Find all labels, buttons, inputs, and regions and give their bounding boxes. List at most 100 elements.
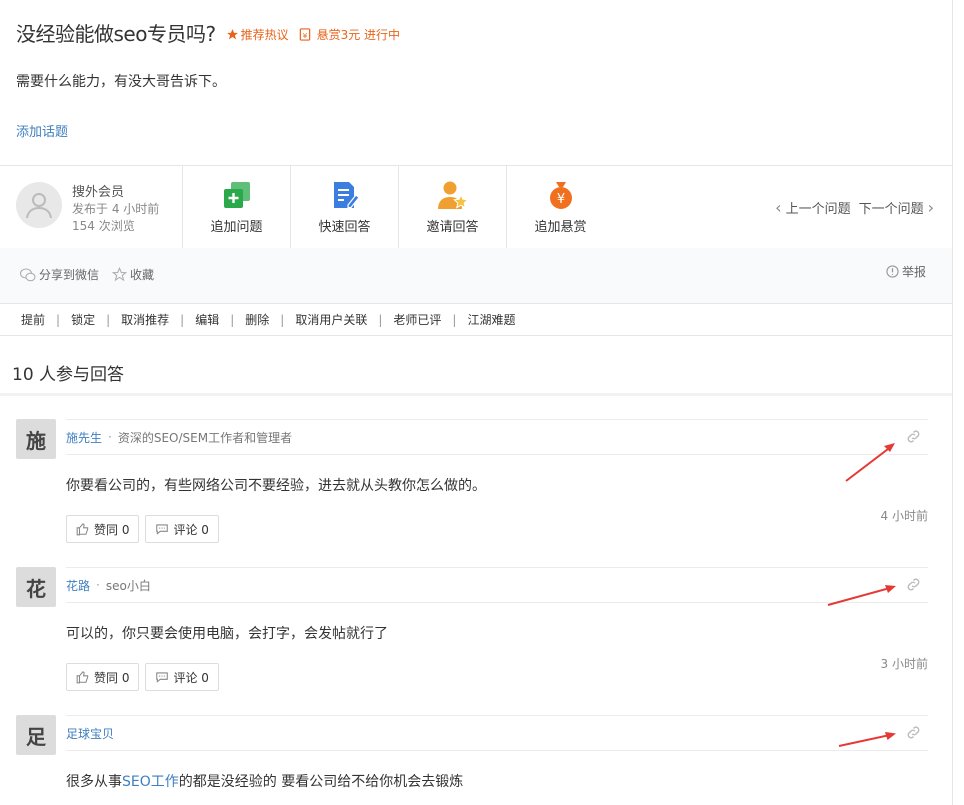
answer-avatar[interactable]: 花 [16,567,56,607]
question-page: 没经验能做seo专员吗? 推荐热议 ¥ 悬赏3元 进行中 需要什么能力，有没大哥… [0,0,953,805]
admin-cancel-recommend[interactable]: 取消推荐 [110,311,180,328]
link-icon[interactable] [905,576,922,593]
answer-signature: 资深的SEO/SEM工作者和管理者 [117,430,293,445]
answer-signature: seo小白 [105,578,151,593]
add-topic-link[interactable]: 添加话题 [16,121,68,140]
admin-cancel-user-link[interactable]: 取消用户关联 [284,311,378,328]
prev-question-link[interactable]: 上一个问题 [786,198,851,217]
hot-badge: 推荐热议 [226,26,289,43]
like-label: 赞同 0 [94,670,130,685]
answer-content: 很多从事SEO工作的都是没经验的 要看公司给不给你机会去锻炼 [66,774,464,790]
answer-author[interactable]: 足球宝贝 [66,725,114,742]
money-bag-icon: ¥ [549,181,572,209]
answer-author[interactable]: 花路 [66,577,90,594]
answer-buttons: 赞同 0 评论 0 [66,515,219,543]
annotation-arrow [827,585,896,606]
answer-header: 施先生 · 资深的SEO/SEM工作者和管理者 [66,419,928,455]
star-icon [226,29,238,40]
divider [0,393,952,396]
link-icon[interactable] [905,724,922,741]
answer-buttons: 赞同 0 评论 0 [66,663,219,691]
chevron-right-icon: › [927,198,934,217]
share-wechat-label: 分享到微信 [39,268,100,282]
add-bounty-label: 追加悬赏 [534,219,587,235]
answer-avatar[interactable]: 施 [16,419,56,459]
add-copy-icon [223,181,250,208]
comment-button[interactable]: 评论 0 [145,515,219,543]
answer-content: 你要看公司的，有些网络公司不要经验，进去就从头教你怎么做的。 [66,478,486,494]
link-icon[interactable] [905,428,922,445]
answer-item: 施 施先生 · 资深的SEO/SEM工作者和管理者 你要看公司的，有些网络公司不… [16,419,928,549]
comment-icon [156,524,169,535]
answer-header: 足球宝贝 [66,715,928,751]
invite-answer-label: 邀请回答 [426,219,479,235]
star-outline-icon [112,267,127,282]
answer-author[interactable]: 施先生 [66,429,102,446]
warning-circle-icon [886,265,899,278]
answer-item: 足 足球宝贝 很多从事SEO工作的都是没经验的 要看公司给不给你机会去锻炼 [16,715,928,805]
question-navigation: ‹ 上一个问题 下一个问题 › [775,198,934,217]
chevron-left-icon: ‹ [775,198,782,217]
admin-lock[interactable]: 锁定 [60,311,106,328]
answer-time: 4 小时前 [880,509,928,523]
report-label: 举报 [902,265,927,279]
post-time: 发布于 4 小时前 [72,202,160,216]
answer-time: 3 小时前 [880,657,928,671]
bounty-icon: ¥ [299,28,310,41]
seo-work-link[interactable]: SEO工作 [122,774,179,790]
svg-text:¥: ¥ [302,31,307,40]
annotation-arrow [845,443,895,482]
report-button[interactable]: 举报 [886,263,926,280]
answer-count: 10 人参与回答 [12,365,125,385]
bounty-badge-label: 悬赏3元 进行中 [316,28,401,42]
comment-label: 评论 0 [173,522,209,537]
invite-user-icon [437,181,469,209]
question-actions: 追加问题 快速回答 邀请回答 ¥ 追加悬赏 [182,166,614,248]
admin-toolbar: 提前 | 锁定 | 取消推荐 | 编辑 | 删除 | 取消用户关联 | 老师已评 | 江湖难题 [0,304,952,336]
share-wechat-button[interactable]: 分享到微信 [20,266,99,283]
comment-button[interactable]: 评论 0 [145,663,219,691]
comment-icon [156,672,169,683]
add-bounty-button[interactable]: ¥ 追加悬赏 [506,166,614,248]
answer-header: 花路 · seo小白 [66,567,928,603]
add-question-button[interactable]: 追加问题 [182,166,290,248]
view-count: 154 次浏览 [72,219,135,233]
favorite-label: 收藏 [130,268,155,282]
like-button[interactable]: 赞同 0 [66,663,140,691]
annotation-arrow [838,732,896,747]
thumbs-up-icon [76,522,89,536]
admin-delete[interactable]: 删除 [234,311,280,328]
author-block: 搜外会员 发布于 4 小时前 154 次浏览 [16,182,159,235]
like-label: 赞同 0 [94,522,130,537]
admin-edit[interactable]: 编辑 [184,311,230,328]
bounty-badge: ¥ 悬赏3元 进行中 [299,26,400,43]
question-description: 需要什么能力，有没大哥告诉下。 [16,74,226,90]
answer-item: 花 花路 · seo小白 可以的，你只要会使用电脑，会打字，会发帖就行了 3 小… [16,567,928,697]
question-meta-bar: 搜外会员 发布于 4 小时前 154 次浏览 追加问题 快速回答 邀请回答 ¥ … [0,165,952,249]
author-info: 搜外会员 发布于 4 小时前 154 次浏览 [72,182,159,235]
admin-teacher-reviewed[interactable]: 老师已评 [382,311,452,328]
admin-advance[interactable]: 提前 [10,311,56,328]
wechat-icon [20,268,36,281]
comment-label: 评论 0 [173,670,209,685]
like-button[interactable]: 赞同 0 [66,515,140,543]
invite-answer-button[interactable]: 邀请回答 [398,166,506,248]
admin-hard-question[interactable]: 江湖难题 [456,311,526,328]
question-title-row: 没经验能做seo专员吗? 推荐热议 ¥ 悬赏3元 进行中 [16,18,400,47]
author-name[interactable]: 搜外会员 [72,184,159,201]
add-question-label: 追加问题 [210,219,263,235]
edit-document-icon [333,181,360,208]
svg-text:¥: ¥ [556,192,564,207]
answer-content: 可以的，你只要会使用电脑，会打字，会发帖就行了 [66,626,388,642]
hot-badge-label: 推荐热议 [240,28,289,42]
quick-answer-label: 快速回答 [318,219,371,235]
thumbs-up-icon [76,670,89,684]
avatar[interactable] [16,182,62,228]
quick-answer-button[interactable]: 快速回答 [290,166,398,248]
default-user-icon [26,193,52,219]
next-question-link[interactable]: 下一个问题 [859,198,924,217]
share-bar: 分享到微信 收藏 举报 [0,248,952,304]
favorite-button[interactable]: 收藏 [112,266,154,283]
answer-avatar[interactable]: 足 [16,715,56,755]
question-title: 没经验能做seo专员吗? [16,22,216,46]
